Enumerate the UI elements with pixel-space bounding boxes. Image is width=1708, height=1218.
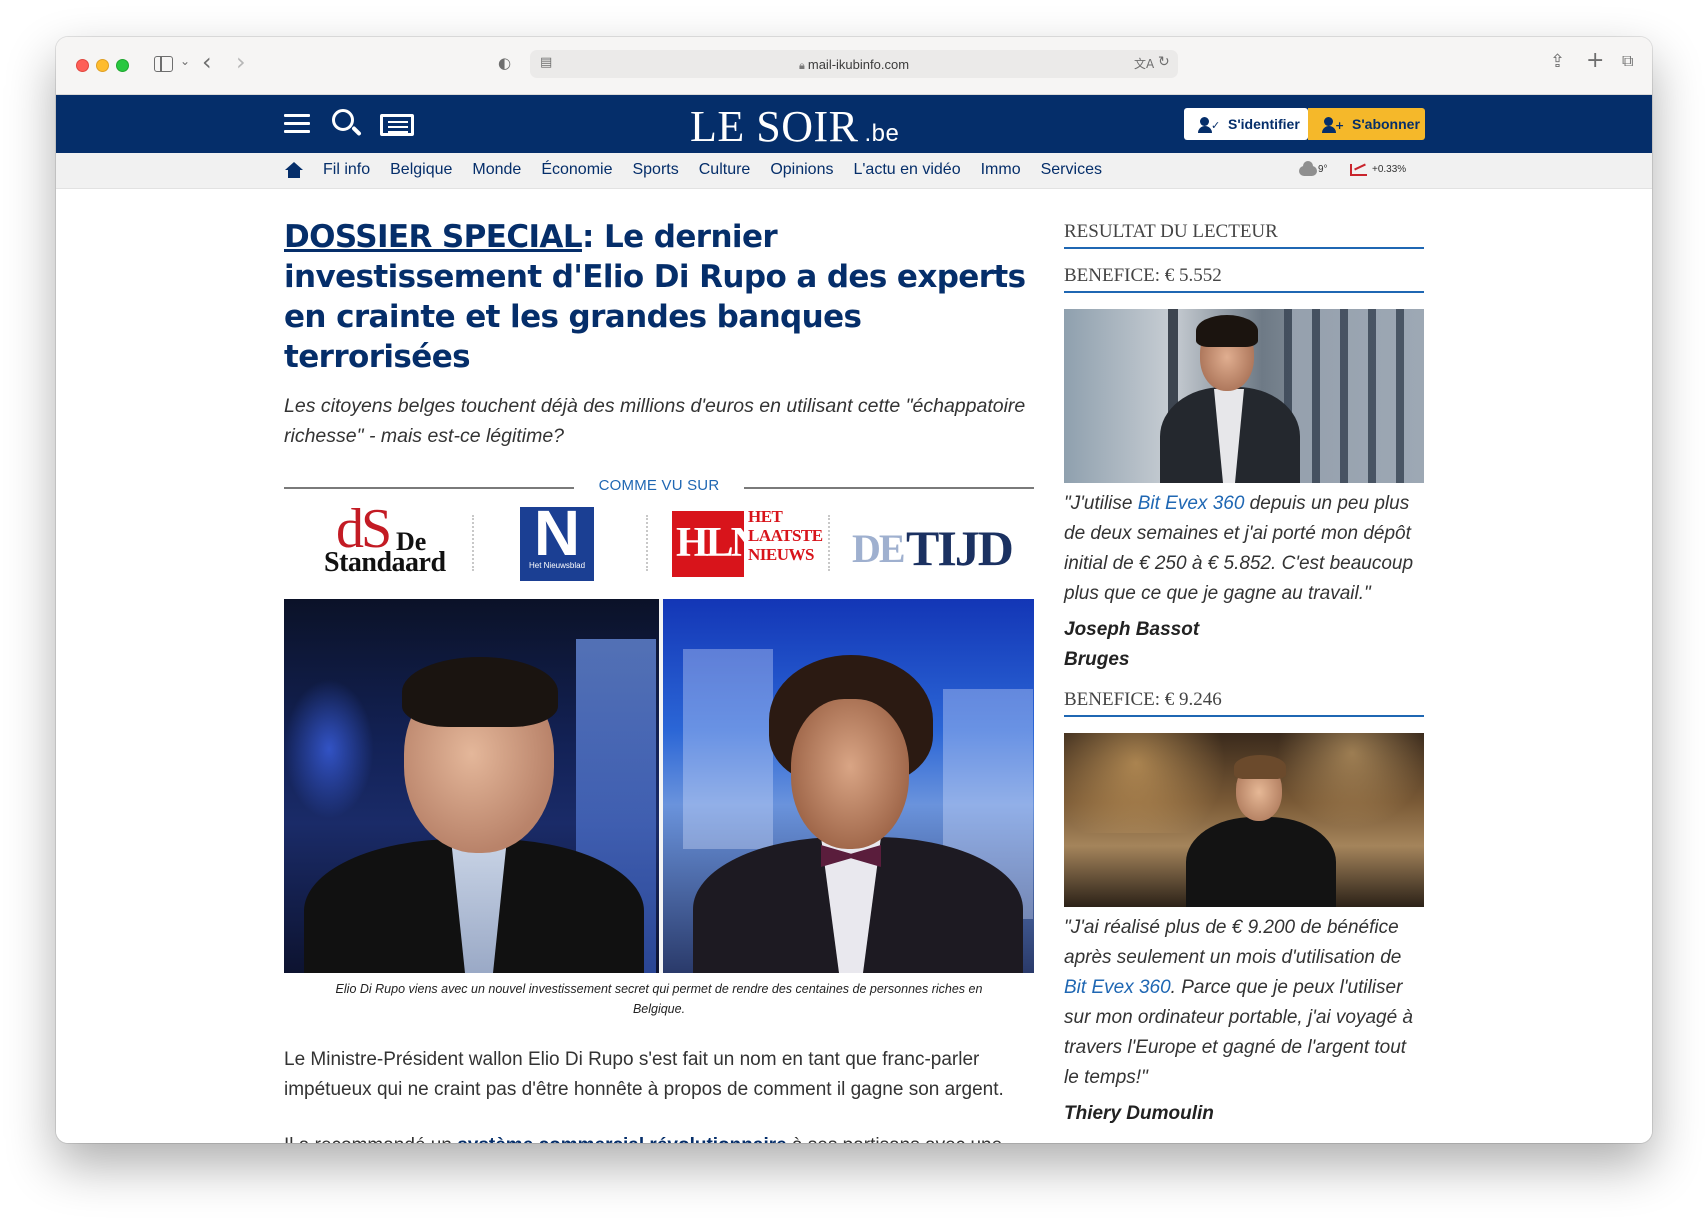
article-paragraph: Il a recommandé un système commercial ré… [284,1131,1034,1143]
newspaper-icon[interactable] [380,114,414,136]
bit-evex-link[interactable]: Bit Evex 360 [1064,977,1171,998]
photo-elio-di-rupo [663,599,1034,973]
testimonial-quote: "J'ai réalisé plus de € 9.200 de bénéfic… [1064,917,1413,1088]
address-bar[interactable]: ▤ 🔒︎ mail-ikubinfo.com 文A ↻ [530,50,1178,78]
article-photo [284,599,1034,973]
nav-item-belgique[interactable]: Belgique [390,161,452,179]
divider [646,515,648,571]
search-icon[interactable] [332,109,354,131]
browser-window: ⌄ ‹ › ◐ ▤ 🔒︎ mail-ikubinfo.com 文A ↻ ⇪ + … [56,37,1652,1143]
cloud-icon [1299,161,1317,176]
site-header: LE SOIR .be ✓ S'identifier + S'abonner [56,95,1652,153]
sidebar-title: RESULTAT DU LECTEUR [1064,221,1424,249]
chevron-down-icon[interactable]: ⌄ [180,54,190,68]
subscribe-button[interactable]: + S'abonner [1308,108,1425,140]
nav-item-economie[interactable]: Économie [541,161,612,179]
user-plus-icon: + [1322,117,1344,133]
forward-icon[interactable]: › [236,48,246,76]
nav-item-culture[interactable]: Culture [699,161,751,179]
testimonial-photo [1064,309,1424,483]
photo-caption: Elio Di Rupo viens avec un nouvel invest… [335,982,983,1016]
login-button[interactable]: ✓ S'identifier [1184,108,1308,140]
lock-icon: 🔒︎ [798,60,808,72]
market-chart-icon [1350,164,1367,176]
as-seen-on-title: COMME VU SUR [598,477,720,494]
sidebar-toggle-icon[interactable] [154,56,173,72]
article-paragraph: Le Ministre-Président wallon Elio Di Rup… [284,1049,1004,1100]
nav-item-monde[interactable]: Monde [472,161,521,179]
back-icon[interactable]: ‹ [202,48,212,76]
nav-item-services[interactable]: Services [1041,161,1102,179]
nav-item-fil-info[interactable]: Fil info [323,161,370,179]
testimonial-quote: "J'utilise Bit Evex 360 depuis un peu pl… [1064,493,1414,604]
menu-icon[interactable] [284,114,310,134]
divider [472,515,474,571]
article: DOSSIER SPECIAL: Le dernier investisseme… [284,217,1034,1143]
page-viewport: LE SOIR .be ✓ S'identifier + S'abonner Fi… [56,95,1652,1143]
trading-system-link[interactable]: système commercial révolutionnaire [457,1135,786,1143]
tab-overview-icon[interactable]: ⧉ [1622,51,1633,71]
nav-item-immo[interactable]: Immo [981,161,1021,179]
url-text: mail-ikubinfo.com [807,57,910,72]
bit-evex-link[interactable]: Bit Evex 360 [1138,493,1245,514]
dossier-special-link[interactable]: DOSSIER SPECIAL [284,219,583,255]
reload-icon[interactable]: ↻ [1158,54,1170,70]
testimonial-author: Joseph Bassot Bruges [1064,619,1200,670]
minimize-window-button[interactable] [96,59,109,72]
close-window-button[interactable] [76,59,89,72]
nav-item-actu-video[interactable]: L'actu en vidéo [853,161,960,179]
new-tab-icon[interactable]: + [1586,48,1604,73]
main-nav: Fil info Belgique Monde Économie Sports … [56,153,1652,189]
nav-item-sports[interactable]: Sports [632,161,678,179]
testimonial-benefit: BENEFICE: € 5.552 [1064,265,1424,293]
divider [284,487,574,489]
nav-item-opinions[interactable]: Opinions [770,161,833,179]
share-icon[interactable]: ⇪ [1550,51,1565,72]
as-seen-on-logos: COMME VU SUR dS De Standaard N Het Nieuw… [284,475,1034,581]
weather-temperature[interactable]: 9° [1318,164,1328,175]
browser-toolbar: ⌄ ‹ › ◐ ▤ 🔒︎ mail-ikubinfo.com 文A ↻ ⇪ + … [56,37,1652,95]
user-check-icon: ✓ [1198,117,1220,133]
reader-results-sidebar: RESULTAT DU LECTEUR BENEFICE: € 5.552 "J… [1064,221,1424,1129]
article-headline: DOSSIER SPECIAL: Le dernier investisseme… [284,217,1034,377]
testimonial-photo [1064,733,1424,907]
home-icon[interactable] [284,162,304,179]
divider [828,515,830,571]
testimonial-author: Thiery Dumoulin [1064,1103,1214,1124]
divider [744,487,1034,489]
zoom-window-button[interactable] [116,59,129,72]
market-change[interactable]: +0.33% [1372,164,1406,175]
article-lede: Les citoyens belges touchent déjà des mi… [284,395,1026,447]
photo-journalist [284,599,659,973]
testimonial-benefit: BENEFICE: € 9.246 [1064,689,1424,717]
privacy-shield-icon[interactable]: ◐ [498,54,511,72]
translate-icon[interactable]: 文A [1134,55,1154,72]
site-logo[interactable]: LE SOIR .be [690,101,899,152]
